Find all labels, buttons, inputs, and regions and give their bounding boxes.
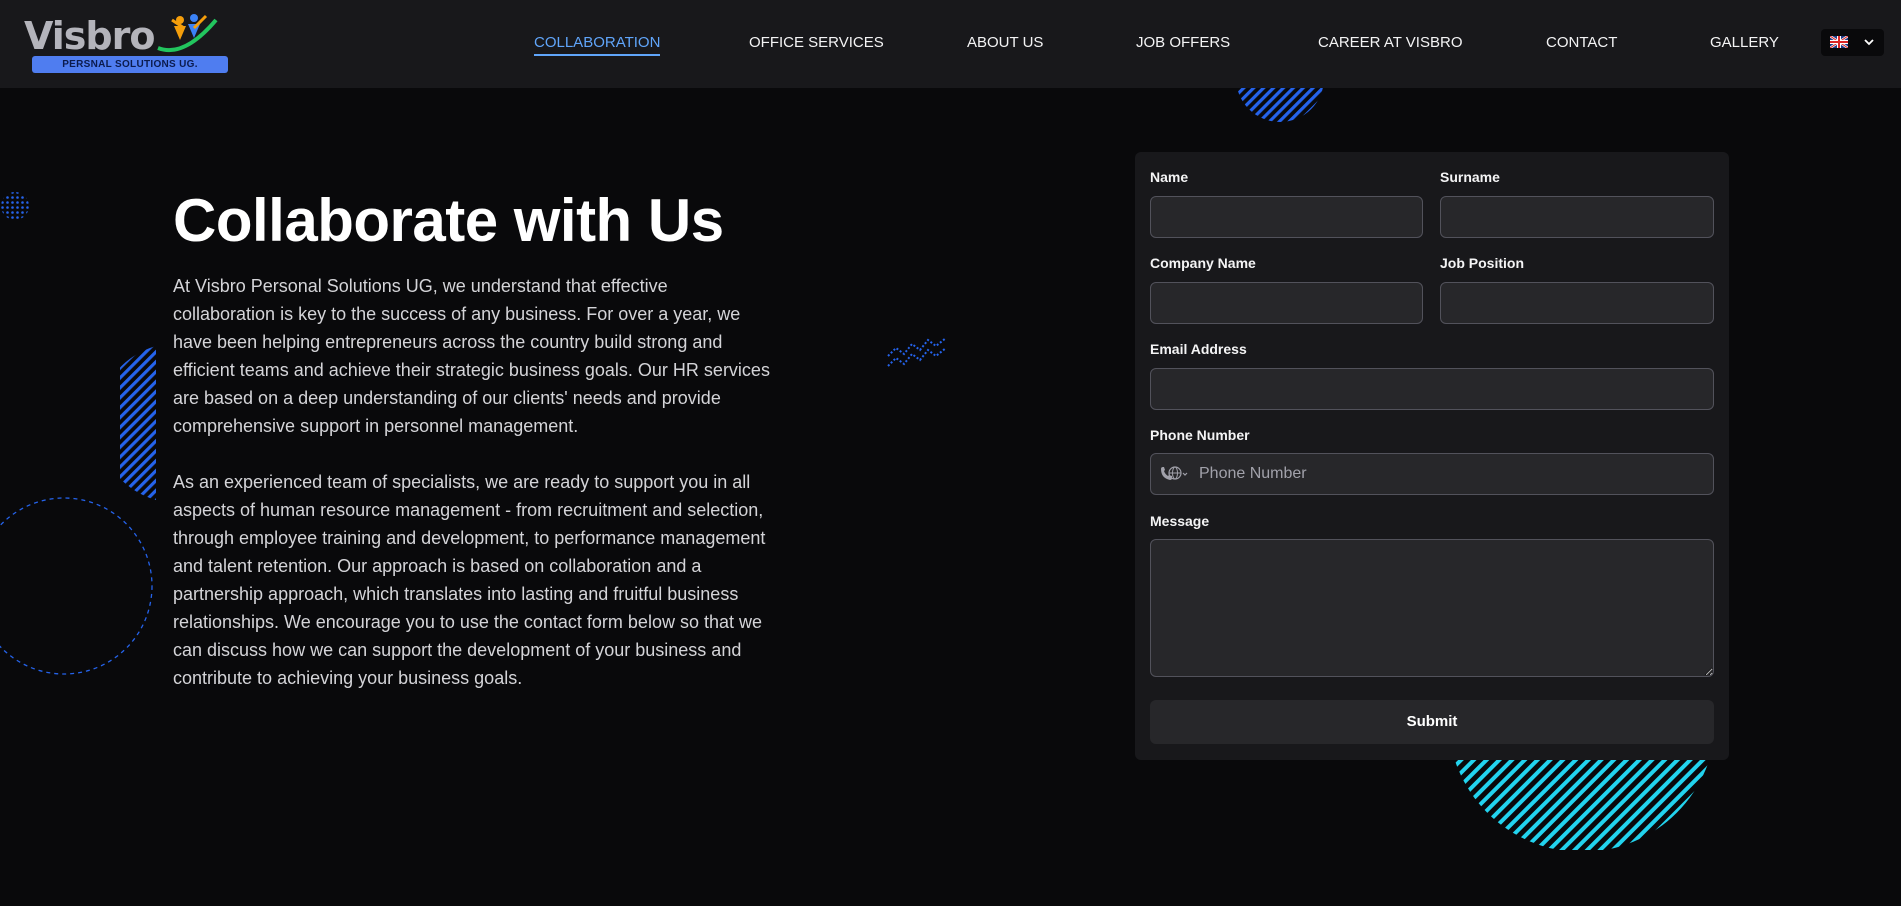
- phone-field: [1150, 453, 1714, 495]
- job-position-input[interactable]: [1440, 282, 1714, 324]
- nav-gallery[interactable]: GALLERY: [1710, 34, 1779, 51]
- name-label: Name: [1150, 169, 1189, 185]
- surname-label: Surname: [1440, 169, 1500, 185]
- nav-collaboration[interactable]: COLLABORATION: [534, 34, 661, 56]
- nav-contact[interactable]: CONTACT: [1546, 34, 1617, 51]
- phone-globe-icon[interactable]: [1159, 466, 1189, 482]
- chevron-down-icon: [1864, 39, 1874, 46]
- approach-paragraph: As an experienced team of specialists, w…: [173, 472, 766, 688]
- language-selector[interactable]: [1821, 29, 1884, 56]
- site-header: Visbro PERSNAL SOLUTIONS UG. COLLABORATI…: [0, 0, 1901, 88]
- nav-about-us[interactable]: ABOUT US: [967, 34, 1043, 51]
- email-input[interactable]: [1150, 368, 1714, 410]
- company-name-label: Company Name: [1150, 255, 1256, 271]
- message-label: Message: [1150, 513, 1210, 529]
- dotted-circle-decoration: [1, 192, 29, 220]
- phone-label: Phone Number: [1150, 427, 1250, 443]
- zigzag-decoration: [887, 337, 947, 367]
- collaboration-form: Name Surname Company Name Job Position E…: [1135, 152, 1729, 760]
- nav-job-offers[interactable]: JOB OFFERS: [1136, 34, 1230, 51]
- company-name-input[interactable]: [1150, 282, 1423, 324]
- job-position-label: Job Position: [1440, 255, 1524, 271]
- nav-office-services[interactable]: OFFICE SERVICES: [749, 34, 884, 51]
- submit-button[interactable]: Submit: [1150, 700, 1714, 744]
- page-title: Collaborate with Us: [173, 187, 724, 254]
- main-nav: COLLABORATION OFFICE SERVICES ABOUT US J…: [0, 0, 1901, 88]
- hatched-half-circle-left-decoration: [120, 346, 156, 500]
- surname-input[interactable]: [1440, 196, 1714, 238]
- intro-paragraph: At Visbro Personal Solutions UG, we unde…: [173, 276, 770, 436]
- message-textarea[interactable]: [1150, 539, 1714, 677]
- phone-input[interactable]: [1199, 454, 1699, 494]
- dashed-ring-decoration: [0, 497, 153, 675]
- nav-career-at-visbro[interactable]: CAREER AT VISBRO: [1318, 34, 1463, 51]
- uk-flag-icon: [1830, 36, 1848, 48]
- name-input[interactable]: [1150, 196, 1423, 238]
- page: Visbro PERSNAL SOLUTIONS UG. COLLABORATI…: [0, 0, 1901, 906]
- email-label: Email Address: [1150, 341, 1247, 357]
